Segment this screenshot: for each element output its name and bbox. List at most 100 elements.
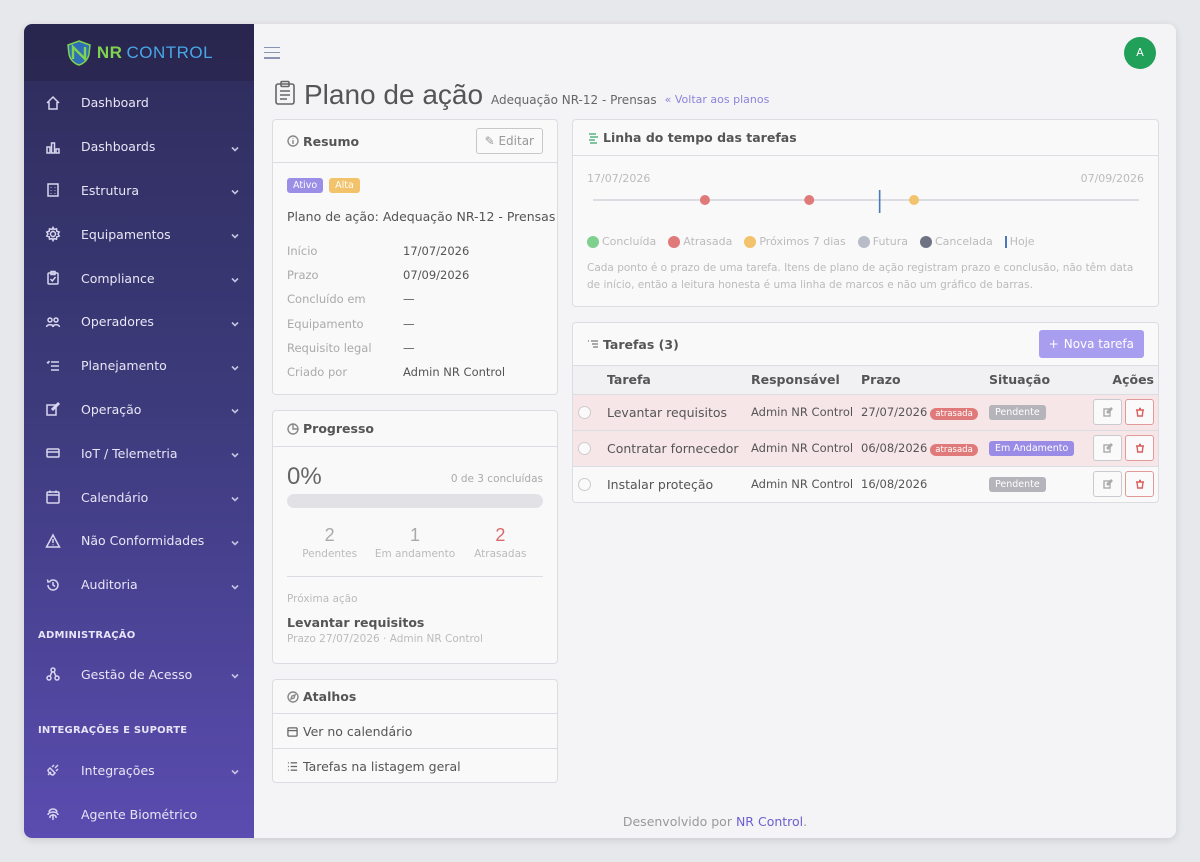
table-row[interactable]: Instalar proteção Admin NR Control 16/08/2… xyxy=(573,466,1158,502)
task-name[interactable]: Levantar requisitos xyxy=(607,394,751,431)
next-action-label: Próxima ação xyxy=(287,593,358,605)
late-badge: atrasada xyxy=(930,407,978,420)
calendar-link[interactable]: Ver no calendário xyxy=(273,714,557,749)
nodes-icon xyxy=(44,665,62,683)
sidebar-item-iot-telemetria[interactable]: IoT / Telemetria xyxy=(24,431,254,475)
sidebar-item-estrutura[interactable]: Estrutura xyxy=(24,169,254,213)
bar-chart-icon xyxy=(44,138,62,156)
summary-key: Equipamento xyxy=(287,316,364,331)
calendar-link-label: Ver no calendário xyxy=(303,723,413,739)
plug-icon xyxy=(44,761,62,779)
sidebar-item-label: IoT / Telemetria xyxy=(81,445,178,461)
pie-icon xyxy=(287,422,299,435)
app-window: NR CONTROL Dashboard Dashboards Estrutura E… xyxy=(24,24,1176,838)
col-acoes: Ações xyxy=(1089,366,1158,395)
footer-prefix: Desenvolvido por xyxy=(622,814,732,829)
status-badge: Ativo xyxy=(287,178,324,193)
summary-card: Resumo ✎ Editar Ativo Alta Plano de ação… xyxy=(272,119,558,395)
sidebar-item-gestao-de-acesso[interactable]: Gestão de Acesso xyxy=(24,653,254,697)
chevron-down-icon xyxy=(230,765,240,775)
sidebar-item-integracoes[interactable]: Integrações xyxy=(24,748,254,792)
fingerprint-icon xyxy=(44,805,62,823)
task-complete-checkbox[interactable] xyxy=(578,405,591,419)
col-tarefa: Tarefa xyxy=(607,366,751,395)
progress-card: Progresso 0% 0 de 3 concluídas 2 Pendente… xyxy=(272,410,558,664)
edit-task-button[interactable] xyxy=(1093,399,1122,425)
back-to-plans-link[interactable]: « Voltar aos planos xyxy=(665,93,770,106)
sidebar-item-label: Dashboards xyxy=(81,139,156,155)
sidebar-item-compliance[interactable]: Compliance xyxy=(24,256,254,300)
task-complete-checkbox[interactable] xyxy=(578,441,591,455)
calendar-icon xyxy=(287,726,299,737)
timeline-task-marker[interactable]: 06/08/2026 xyxy=(804,195,815,205)
table-row[interactable]: Contratar fornecedor Admin NR Control 06/0… xyxy=(573,430,1158,467)
sidebar-item-label: Dashboard xyxy=(81,95,149,111)
sidebar: NR CONTROL Dashboard Dashboards Estrutura E… xyxy=(24,24,254,838)
edit-icon xyxy=(1102,479,1113,489)
edit-task-button[interactable] xyxy=(1093,435,1122,461)
task-name[interactable]: Contratar fornecedor xyxy=(607,430,751,467)
edit-icon xyxy=(1102,443,1113,453)
sidebar-item-nao-conformidades[interactable]: Não Conformidades xyxy=(24,519,254,563)
edit-button[interactable]: ✎ Editar xyxy=(475,128,543,154)
footer-link[interactable]: NR Control xyxy=(736,814,803,829)
sidebar-item-label: Auditoria xyxy=(81,577,138,593)
task-owner: Admin NR Control xyxy=(751,477,854,492)
timeline-note: Cada ponto é o prazo de uma tarefa. Iten… xyxy=(587,262,1134,291)
summary-value: Admin NR Control xyxy=(403,365,506,380)
summary-row: Concluído em — xyxy=(287,287,543,311)
delete-task-button[interactable] xyxy=(1125,471,1154,498)
delete-task-button[interactable] xyxy=(1125,435,1154,461)
table-row[interactable]: Levantar requisitos Admin NR Control 27/07… xyxy=(573,394,1158,431)
stat-number: 2 xyxy=(324,525,335,545)
chevron-down-icon xyxy=(230,185,240,196)
calendar-icon xyxy=(44,488,62,506)
sidebar-item-calendario[interactable]: Calendário xyxy=(24,475,254,519)
new-task-button[interactable]: + Nova tarefa xyxy=(1038,330,1144,358)
sidebar-item-equipamentos[interactable]: Equipamentos xyxy=(24,212,254,256)
brand[interactable]: NR CONTROL xyxy=(24,24,254,81)
summary-value: — xyxy=(403,292,415,307)
stat-label: Atrasadas xyxy=(474,548,527,560)
sidebar-item-label: Operação xyxy=(81,401,142,417)
delete-task-button[interactable] xyxy=(1125,399,1154,425)
sidebar-item-operadores[interactable]: Operadores xyxy=(24,300,254,344)
summary-title: Resumo xyxy=(303,133,360,149)
sidebar-item-dashboard[interactable]: Dashboard xyxy=(24,81,254,125)
page-subtitle: Adequação NR-12 - Prensas xyxy=(491,93,657,107)
timeline-task-marker[interactable]: 16/08/2026 xyxy=(909,195,920,205)
edit-icon: ✎ xyxy=(484,134,499,148)
plan-name: Plano de ação: Adequação NR-12 - Prensas xyxy=(287,209,556,224)
tasks-card: Tarefas (3) + Nova tarefa Tarefa Respons… xyxy=(572,322,1159,503)
sidebar-item-dashboards[interactable]: Dashboards xyxy=(24,125,254,169)
task-list-link[interactable]: Tarefas na listagem geral xyxy=(273,749,557,784)
hamburger-menu-icon[interactable] xyxy=(264,46,280,59)
task-name[interactable]: Instalar proteção xyxy=(607,466,751,502)
summary-key: Criado por xyxy=(287,365,348,380)
task-complete-checkbox[interactable] xyxy=(578,477,591,491)
sidebar-item-auditoria[interactable]: Auditoria xyxy=(24,563,254,607)
clipboard-icon xyxy=(274,80,296,109)
timeline-task-marker[interactable]: 27/07/2026 xyxy=(699,195,710,205)
topbar: A xyxy=(254,24,1176,81)
sidebar-item-planejamento[interactable]: Planejamento xyxy=(24,344,254,388)
chip-icon xyxy=(44,444,62,462)
edit-task-button[interactable] xyxy=(1093,471,1122,498)
legend-concluida: Concluída xyxy=(587,235,656,248)
sidebar-item-label: Equipamentos xyxy=(81,226,171,242)
clipboard-check-icon xyxy=(44,269,62,287)
summary-key: Prazo xyxy=(287,268,319,283)
sidebar-item-agente-biometrico[interactable]: Agente Biométrico xyxy=(24,792,254,836)
legend-proximos-7-dias: Próximos 7 dias xyxy=(744,235,846,248)
task-deadline: 16/08/2026 xyxy=(861,477,928,492)
avatar[interactable]: A xyxy=(1124,36,1156,69)
timeline-track: 27/07/2026 06/08/2026 16/08/2026 xyxy=(593,190,1139,213)
task-status-badge: Pendente xyxy=(989,477,1046,493)
list-icon xyxy=(44,357,62,375)
legend-hoje: Hoje xyxy=(1004,235,1035,248)
sidebar-item-operacao[interactable]: Operação xyxy=(24,388,254,432)
sidebar-nav: Dashboard Dashboards Estrutura Equipamentos… xyxy=(24,81,254,607)
sidebar-item-label: Operadores xyxy=(81,314,154,330)
col-responsavel: Responsável xyxy=(751,366,861,395)
building-icon xyxy=(44,181,62,199)
